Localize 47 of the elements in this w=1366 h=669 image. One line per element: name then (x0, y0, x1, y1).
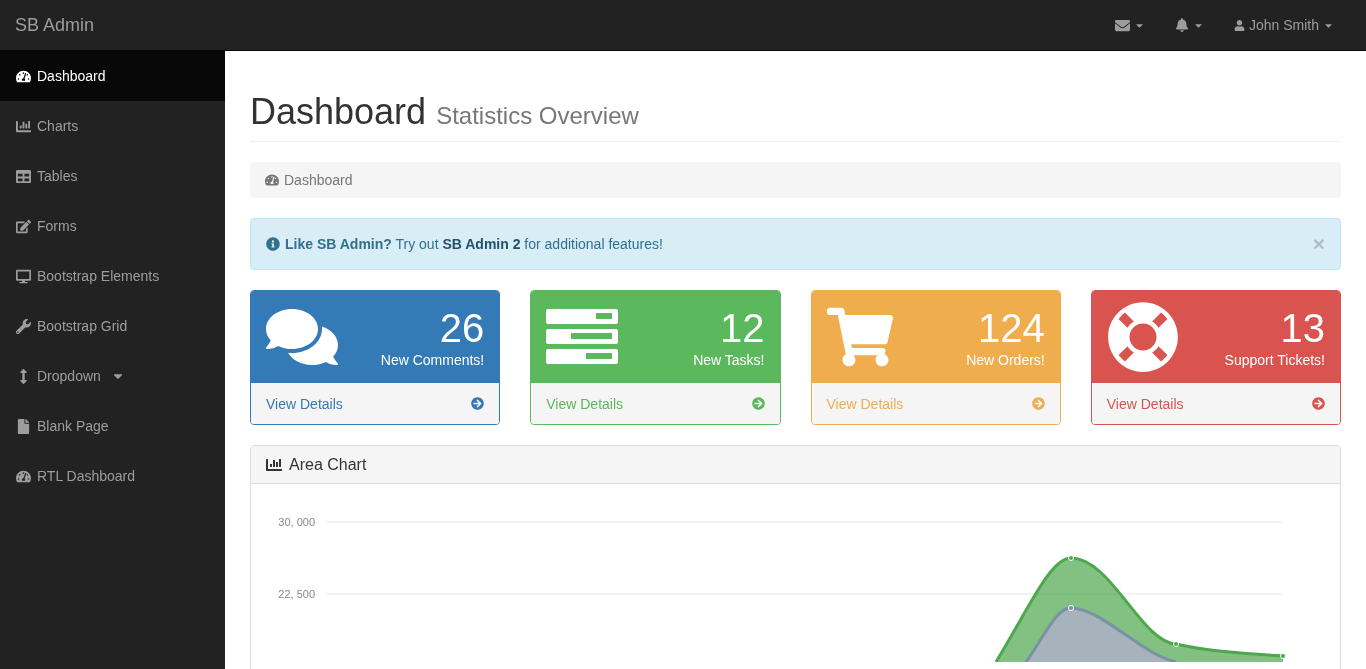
stat-label: Support Tickets! (1224, 352, 1325, 368)
user-icon (1233, 19, 1245, 31)
table-icon (16, 168, 31, 184)
file-icon (16, 418, 31, 434)
edit-icon (16, 218, 31, 234)
messages-dropdown[interactable] (1114, 17, 1145, 33)
stat-count: 26 (439, 306, 485, 350)
gauge-icon (16, 68, 31, 84)
panel-title: Area Chart (289, 455, 367, 474)
info-icon (266, 237, 280, 251)
view-details-link[interactable]: View Details (1091, 383, 1340, 424)
bell-icon (1174, 18, 1189, 32)
envelope-icon (1114, 17, 1130, 33)
user-dropdown[interactable]: John Smith (1233, 17, 1334, 33)
stat-label: New Comments! (380, 352, 485, 368)
sidebar-item[interactable]: Dashboard (0, 51, 225, 101)
server-icon (546, 309, 619, 365)
sidebar-item[interactable]: Blank Page (0, 401, 225, 451)
axis-label: 22, 500 (278, 588, 315, 600)
life-ring-icon (1106, 301, 1179, 373)
stat-label: New Tasks! (693, 352, 765, 368)
sidebar-item[interactable]: RTL Dashboard (0, 451, 225, 501)
monitor-icon (16, 268, 31, 284)
sidebar-item[interactable]: Bootstrap Grid (0, 301, 225, 351)
sidebar-item[interactable]: Tables (0, 151, 225, 201)
sidebar-item[interactable]: Forms (0, 201, 225, 251)
wrench-icon (16, 318, 31, 334)
breadcrumb-item: Dashboard (284, 172, 353, 188)
stat-count: 12 (720, 306, 765, 350)
sidebar-item[interactable]: Charts (0, 101, 225, 151)
gauge-icon (16, 468, 31, 484)
page-title: Dashboard (250, 91, 427, 133)
sidebar-item[interactable]: Bootstrap Elements (0, 251, 225, 301)
stat-label: New Orders! (966, 352, 1045, 368)
bar-chart-icon (266, 456, 282, 473)
bar-chart-icon (16, 118, 31, 134)
brand-link[interactable]: SB Admin (15, 14, 95, 36)
alert-message: Like SB Admin? Try out SB Admin 2 for additional features! (285, 236, 663, 252)
gauge-icon (265, 173, 279, 187)
stat-count: 13 (1280, 306, 1325, 350)
sidebar-item[interactable]: Dropdown (0, 351, 225, 401)
view-details-link[interactable]: View Details (251, 383, 500, 424)
page-subtitle: Statistics Overview (436, 102, 639, 130)
alert-link[interactable]: SB Admin 2 (442, 236, 521, 252)
alerts-dropdown[interactable] (1174, 18, 1204, 32)
stat-count: 124 (978, 306, 1045, 350)
axis-label: 30, 000 (278, 516, 315, 528)
